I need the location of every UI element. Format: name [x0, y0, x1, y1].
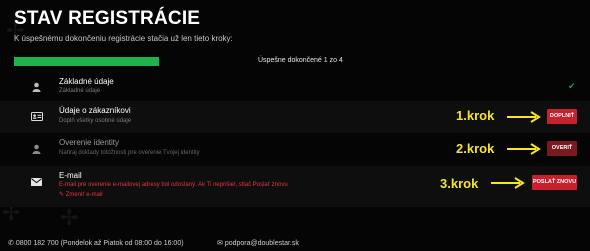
- envelope-icon: ✉: [217, 240, 225, 247]
- resend-button[interactable]: POSLAŤ ZNOVU: [532, 175, 577, 190]
- page-subtitle: K úspešnému dokončeniu registrácie stači…: [14, 34, 233, 43]
- progress-label: Úspešne dokončené 1 zo 4: [258, 57, 343, 64]
- id-card-icon: [30, 110, 43, 123]
- change-email-link[interactable]: ✎ Zmeniť e-mail: [59, 191, 103, 198]
- verify-button[interactable]: OVERIŤ: [547, 141, 577, 156]
- progress-bar: [14, 57, 159, 66]
- annotation-arrow: [507, 111, 541, 123]
- check-icon: ✔: [568, 81, 576, 91]
- support-email[interactable]: ✉ podpora@doublestar.sk: [217, 239, 299, 247]
- step-description: Základné údaje: [59, 88, 101, 94]
- step-title: Údaje o zákazníkovi: [59, 106, 131, 115]
- user-icon: [30, 142, 43, 155]
- user-icon: [30, 80, 43, 93]
- support-phone[interactable]: ✆ 0800 182 700 (Pondelok až Piatok od 08…: [8, 239, 184, 247]
- step-basic-info: Základné údaje Základné údaje ✔: [0, 72, 590, 101]
- annotation-arrow: [491, 177, 525, 189]
- step-identity-verification: Overenie identity Nahraj doklady totožno…: [0, 133, 590, 166]
- fill-in-button[interactable]: DOPLNIŤ: [547, 109, 577, 124]
- step-title: E-mail: [59, 171, 82, 180]
- annotation-step-3: 3.krok: [440, 176, 479, 191]
- background-pattern: ✢: [60, 205, 79, 230]
- pencil-icon: ✎: [59, 192, 66, 198]
- step-title: Základné údaje: [59, 77, 114, 86]
- step-description: E-mail pre overenie e-mailovej adresy bo…: [59, 182, 288, 188]
- envelope-icon: [30, 175, 43, 188]
- step-title: Overenie identity: [59, 138, 120, 147]
- annotation-arrow: [507, 143, 541, 155]
- registration-status-page: { "header": { "title": "STAV REGISTRÁCIE…: [0, 0, 590, 251]
- page-title: STAV REGISTRÁCIE: [14, 8, 201, 29]
- step-description: Doplň všetky osobné údaje: [59, 118, 132, 124]
- step-description: Nahraj doklady totožnosti pre overenie T…: [59, 150, 200, 156]
- progress-bar-fill: [14, 57, 159, 66]
- step-customer-info: Údaje o zákazníkovi Doplň všetky osobné …: [0, 101, 590, 133]
- annotation-step-1: 1.krok: [456, 108, 495, 123]
- annotation-step-2: 2.krok: [456, 141, 495, 156]
- phone-icon: ✆: [8, 240, 16, 247]
